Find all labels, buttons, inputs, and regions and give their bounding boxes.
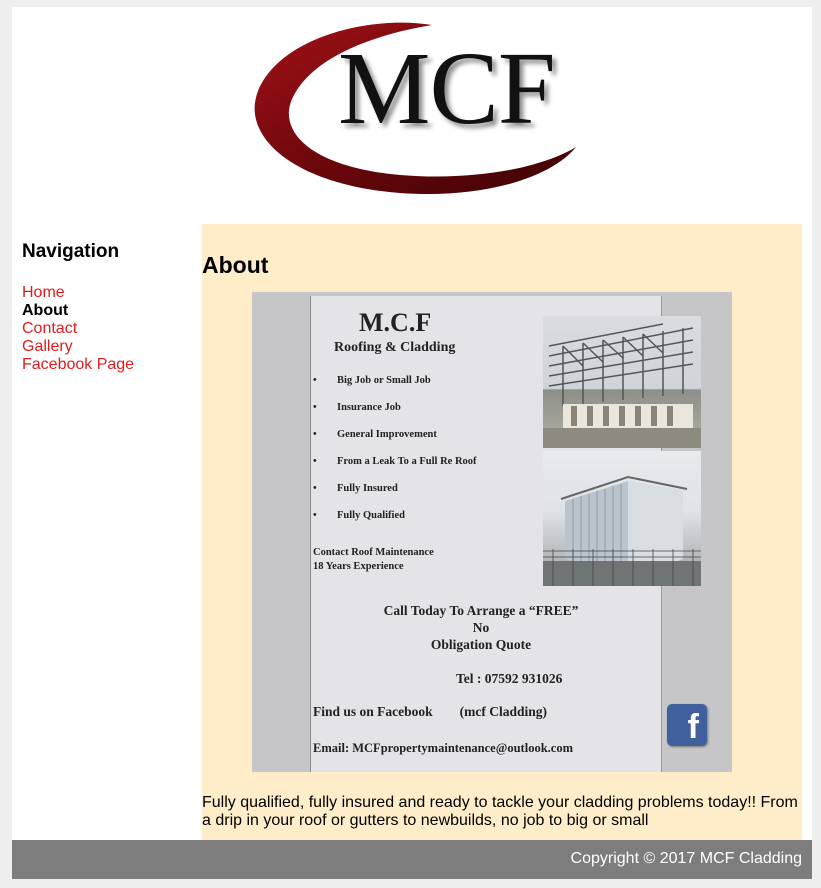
flyer-telephone: Tel : 07592 931026	[456, 671, 563, 686]
site-footer: Copyright © 2017 MCF Cladding	[12, 840, 812, 879]
flyer-call-line: No	[472, 620, 490, 635]
nav-item-home: Home	[22, 284, 202, 302]
nav-item-about: About	[22, 302, 202, 320]
flyer-call-to-action: Call Today To Arrange a “FREE” No Obliga…	[361, 602, 601, 653]
flyer-email: Email: MCFpropertymaintenance@outlook.co…	[313, 741, 573, 755]
flyer-service-item: Insurance Job	[311, 401, 486, 414]
footer-copyright: Copyright © 2017 MCF Cladding	[570, 850, 802, 867]
flyer-paper: M.C.F Roofing & Cladding Big Job or Smal…	[311, 296, 707, 772]
nav-item-facebook: Facebook Page	[22, 356, 202, 374]
page-title: About	[202, 252, 269, 278]
nav-link-facebook-page[interactable]: Facebook Page	[22, 356, 134, 373]
flyer-subtitle: Roofing & Cladding	[334, 340, 456, 355]
logo-text: MCF	[338, 31, 556, 146]
flyer-facebook: Find us on Facebook (mcf Cladding)	[313, 704, 548, 719]
flyer-service-item: Fully Qualified	[311, 509, 486, 522]
flyer-call-line: Call Today To Arrange a “FREE”	[383, 603, 579, 618]
flyer-contact-line: Contact Roof Maintenance	[313, 547, 434, 558]
nav-link-contact[interactable]: Contact	[22, 320, 77, 337]
flyer-call-line: Obligation Quote	[430, 637, 532, 652]
building-photo-steel-frame	[543, 316, 701, 448]
nav-item-contact: Contact	[22, 320, 202, 338]
flyer-image: M.C.F Roofing & Cladding Big Job or Smal…	[252, 292, 732, 772]
site-header: MCF	[12, 7, 812, 222]
page-container: MCF Navigation Home About Contact Galler…	[12, 7, 812, 879]
nav-current-about: About	[22, 302, 69, 319]
nav-link-gallery[interactable]: Gallery	[22, 338, 73, 355]
nav-title: Navigation	[22, 241, 120, 262]
building-photo-clad-unit	[543, 451, 701, 586]
mcf-logo[interactable]: MCF	[250, 19, 580, 197]
flyer-experience-line: 18 Years Experience	[313, 561, 404, 572]
nav-item-gallery: Gallery	[22, 338, 202, 356]
flyer-service-item: From a Leak To a Full Re Roof	[311, 455, 486, 468]
flyer-service-item: Big Job or Small Job	[311, 374, 486, 387]
nav-list: Home About Contact Gallery Facebook Page	[22, 284, 202, 374]
flyer-service-item: General Improvement	[311, 428, 486, 441]
clad-building-drawing	[543, 475, 701, 586]
nav-link-home[interactable]: Home	[22, 284, 65, 301]
main-content: About M.C.F Roofing & Cladding Big Job o…	[202, 224, 802, 841]
facebook-icon: f	[667, 704, 707, 746]
flyer-title: M.C.F	[359, 308, 432, 337]
flyer-service-item: Fully Insured	[311, 482, 486, 495]
flyer-contact: Contact Roof Maintenance 18 Years Experi…	[313, 546, 434, 574]
about-description: Fully qualified, fully insured and ready…	[202, 794, 798, 829]
steel-frame-drawing	[543, 323, 701, 448]
sidebar-navigation: Navigation Home About Contact Gallery Fa…	[22, 240, 202, 374]
flyer-services: Big Job or Small Job Insurance Job Gener…	[311, 374, 486, 536]
